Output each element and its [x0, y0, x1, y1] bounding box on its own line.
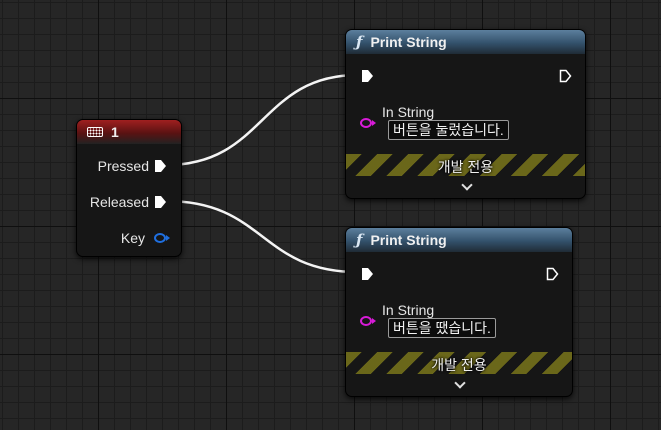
development-only-label-2: 개발 전용 [431, 357, 487, 373]
keyboard-event-node[interactable]: 1 Pressed Released Key [76, 119, 182, 257]
in-string-pin-arrow-2 [372, 318, 376, 324]
in-string-pin-1[interactable] [360, 118, 372, 128]
key-pin-arrow [166, 235, 170, 241]
development-only-label-1: 개발 전용 [437, 159, 494, 175]
keyboard-node-title: 1 [111, 124, 119, 140]
in-string-input-2[interactable]: 버튼을 땠습니다. [388, 318, 496, 338]
print-string-node-1[interactable]: ƒ Print String In String 버튼을 눌렀습니다. 개발 전… [345, 29, 586, 199]
keyboard-node-header[interactable]: 1 [77, 120, 181, 144]
released-exec-pin[interactable] [154, 195, 167, 209]
print-string-node-2[interactable]: ƒ Print String In String 버튼을 땠습니다. 개발 전용 [345, 227, 573, 397]
expand-chevron-icon-2[interactable] [454, 377, 466, 389]
in-string-label-2: In String [382, 302, 435, 318]
released-exec-wire[interactable] [165, 199, 359, 274]
pressed-exec-wire[interactable] [165, 73, 359, 167]
key-pin-label: Key [120, 230, 145, 246]
exec-output-pin-2[interactable] [546, 267, 559, 281]
function-icon: ƒ [356, 33, 363, 51]
in-string-pin-2[interactable] [360, 316, 372, 326]
function-icon: ƒ [356, 231, 363, 249]
released-pin-label: Released [89, 194, 149, 210]
exec-input-pin-2[interactable] [361, 267, 374, 281]
print-string-header-1[interactable]: ƒ Print String [346, 30, 585, 54]
keyboard-icon [87, 127, 103, 137]
print-string-title-1: Print String [370, 34, 447, 50]
key-struct-pin[interactable] [154, 233, 166, 243]
exec-input-pin-1[interactable] [361, 69, 374, 83]
pressed-pin-label: Pressed [97, 158, 149, 174]
expand-chevron-icon-1[interactable] [460, 179, 473, 191]
in-string-label-1: In String [382, 104, 435, 120]
in-string-input-1[interactable]: 버튼을 눌렀습니다. [388, 120, 509, 140]
print-string-title-2: Print String [370, 232, 447, 248]
exec-output-pin-1[interactable] [559, 69, 572, 83]
in-string-pin-arrow-1 [372, 120, 376, 126]
pressed-exec-pin[interactable] [154, 159, 167, 173]
print-string-header-2[interactable]: ƒ Print String [346, 228, 572, 252]
